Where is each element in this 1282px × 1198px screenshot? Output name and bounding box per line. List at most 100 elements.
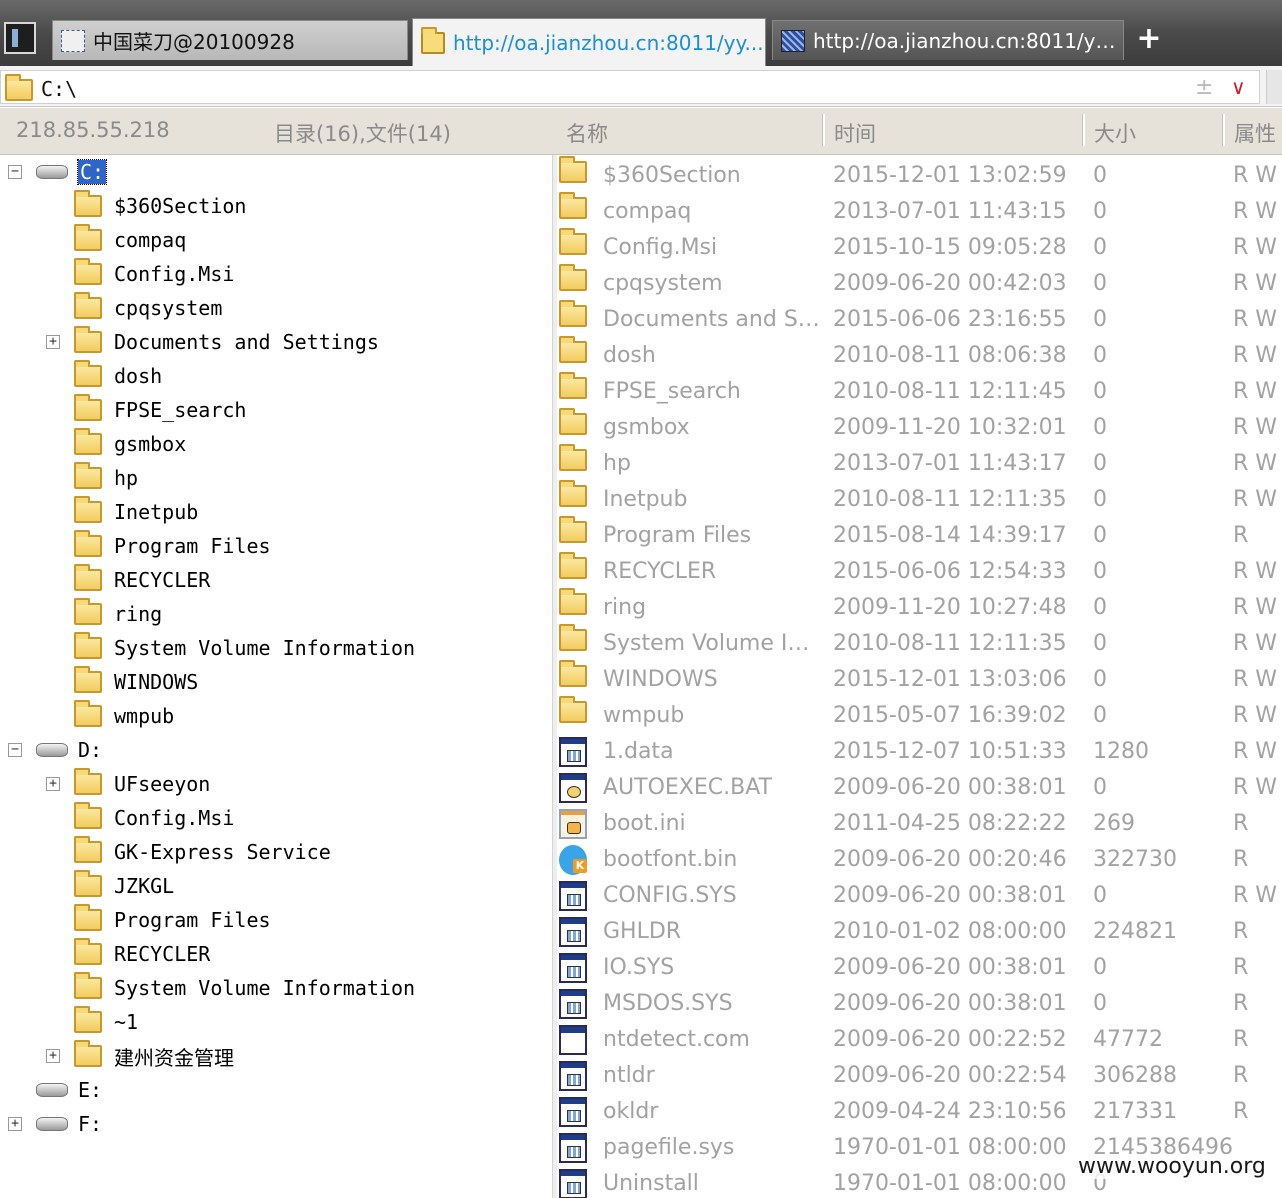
- file-name: Uninstall: [603, 1171, 699, 1196]
- folder-icon: [559, 336, 599, 369]
- tree-label: $360Section: [114, 194, 247, 218]
- tree-folder[interactable]: $360Section: [74, 189, 246, 223]
- file-row[interactable]: System Volume Infor... 2010-08-11 12:11:3…: [557, 624, 1282, 661]
- tree-folder[interactable]: 建州资金管理: [74, 1039, 234, 1073]
- column-attr-header[interactable]: 属性: [1234, 118, 1276, 148]
- path-input[interactable]: C:\ ± ∨: [0, 70, 1260, 104]
- tree-folder[interactable]: FPSE_search: [74, 393, 246, 427]
- folder-icon: [74, 700, 102, 727]
- tree-label: System Volume Information: [114, 636, 416, 660]
- tree-folder[interactable]: Program Files: [74, 903, 271, 937]
- file-row[interactable]: Config.Msi 2015-10-15 09:05:28 0 R W: [557, 228, 1282, 265]
- tree-label: Program Files: [114, 534, 271, 558]
- file-row[interactable]: ring 2009-11-20 10:27:48 0 R W: [557, 588, 1282, 625]
- tree-drive[interactable]: E:: [36, 1073, 102, 1107]
- file-row[interactable]: compaq 2013-07-01 11:43:15 0 R W: [557, 192, 1282, 229]
- file-size: 0: [1093, 487, 1107, 512]
- file-row[interactable]: okldr 2009-04-24 23:10:56 217331 R: [557, 1093, 1282, 1129]
- tree-folder[interactable]: ring: [74, 597, 162, 631]
- tree-folder[interactable]: cpqsystem: [74, 291, 222, 325]
- file-row[interactable]: $360Section 2015-12-01 13:02:59 0 R W: [557, 156, 1282, 193]
- bookmark-icon[interactable]: ±: [1195, 75, 1213, 100]
- tree-folder[interactable]: GK-Express Service: [74, 835, 331, 869]
- tab-caidao[interactable]: 中国菜刀@20100928: [52, 20, 408, 60]
- tree-label: gsmbox: [114, 432, 187, 456]
- file-row[interactable]: IO.SYS 2009-06-20 00:38:01 0 R: [557, 949, 1282, 985]
- file-row[interactable]: GHLDR 2010-01-02 08:00:00 224821 R: [557, 913, 1282, 949]
- expand-toggle[interactable]: +: [46, 335, 60, 349]
- file-name: GHLDR: [603, 919, 682, 944]
- file-attr: R W: [1233, 199, 1278, 224]
- tab-shell[interactable]: http://oa.jianzhou.cn:8011/yy...: [772, 20, 1124, 60]
- collapse-toggle[interactable]: −: [8, 165, 22, 179]
- tree-label: JZKGL: [114, 874, 175, 898]
- file-row[interactable]: Program Files 2015-08-14 14:39:17 0 R: [557, 516, 1282, 553]
- file-row[interactable]: WINDOWS 2015-12-01 13:03:06 0 R W: [557, 660, 1282, 697]
- sidebar-toggle-button[interactable]: [4, 22, 36, 54]
- tree-folder[interactable]: compaq: [74, 223, 186, 257]
- file-row[interactable]: ntdetect.com 2009-06-20 00:22:52 47772 R: [557, 1021, 1282, 1057]
- tree-folder[interactable]: Inetpub: [74, 495, 198, 529]
- file-row[interactable]: FPSE_search 2010-08-11 12:11:45 0 R W: [557, 372, 1282, 409]
- tree-folder[interactable]: dosh: [74, 359, 162, 393]
- tree-folder[interactable]: UFseeyon: [74, 767, 210, 801]
- folder-icon: [559, 444, 599, 477]
- expand-toggle[interactable]: +: [46, 777, 60, 791]
- file-row[interactable]: ntldr 2009-06-20 00:22:54 306288 R: [557, 1057, 1282, 1093]
- file-row[interactable]: Documents and Setti... 2015-06-06 23:16:5…: [557, 300, 1282, 337]
- tree-label: RECYCLER: [114, 942, 211, 966]
- tree-drive[interactable]: F:: [36, 1107, 102, 1141]
- tree-folder[interactable]: WINDOWS: [74, 665, 198, 699]
- file-row[interactable]: AUTOEXEC.BAT 2009-06-20 00:38:01 0 R W: [557, 769, 1282, 805]
- new-tab-button[interactable]: +: [1134, 24, 1164, 54]
- file-row[interactable]: boot.ini 2011-04-25 08:22:22 269 R: [557, 805, 1282, 841]
- file-row[interactable]: wmpub 2015-05-07 16:39:02 0 R W: [557, 696, 1282, 733]
- file-row[interactable]: RECYCLER 2015-06-06 12:54:33 0 R W: [557, 552, 1282, 589]
- sys-file-icon: [559, 881, 587, 917]
- tree-folder[interactable]: Config.Msi: [74, 801, 234, 835]
- expand-toggle[interactable]: +: [8, 1117, 22, 1131]
- file-row[interactable]: bootfont.bin 2009-06-20 00:20:46 322730 R: [557, 841, 1282, 877]
- collapse-toggle[interactable]: −: [8, 743, 22, 757]
- file-time: 2013-07-01 11:43:15: [833, 199, 1067, 224]
- tree-folder[interactable]: Config.Msi: [74, 257, 234, 291]
- column-size-header[interactable]: 大小: [1094, 118, 1136, 148]
- tree-folder[interactable]: Program Files: [74, 529, 271, 563]
- tree-label: Documents and Settings: [114, 330, 379, 354]
- tree-folder[interactable]: System Volume Information: [74, 971, 415, 1005]
- expand-toggle[interactable]: +: [46, 1049, 60, 1063]
- file-row[interactable]: gsmbox 2009-11-20 10:32:01 0 R W: [557, 408, 1282, 445]
- tree-folder[interactable]: RECYCLER: [74, 563, 210, 597]
- tree-label: F:: [78, 1112, 103, 1136]
- file-row[interactable]: hp 2013-07-01 11:43:17 0 R W: [557, 444, 1282, 481]
- column-time-header[interactable]: 时间: [834, 118, 876, 148]
- file-time: 2015-06-06 12:54:33: [833, 559, 1067, 584]
- file-name: Inetpub: [603, 487, 688, 512]
- chevron-down-icon[interactable]: ∨: [1231, 75, 1246, 99]
- file-name: ntdetect.com: [603, 1027, 750, 1052]
- file-attr: R W: [1233, 415, 1278, 440]
- folder-icon: [74, 904, 102, 931]
- folder-icon: [74, 938, 102, 965]
- tree-folder[interactable]: RECYCLER: [74, 937, 210, 971]
- tree-folder[interactable]: wmpub: [74, 699, 174, 733]
- side-button[interactable]: [1266, 70, 1282, 104]
- file-row[interactable]: 1.data 2015-12-07 10:51:33 1280 R W: [557, 733, 1282, 769]
- tree-label: FPSE_search: [114, 398, 247, 422]
- column-name-header[interactable]: 名称: [566, 118, 608, 148]
- tree-drive[interactable]: C:: [36, 155, 108, 189]
- tree-folder[interactable]: System Volume Information: [74, 631, 415, 665]
- tree-folder[interactable]: ~1: [74, 1005, 138, 1039]
- tree-folder[interactable]: JZKGL: [74, 869, 174, 903]
- folder-icon: [74, 462, 102, 489]
- file-row[interactable]: Inetpub 2010-08-11 12:11:35 0 R W: [557, 480, 1282, 517]
- file-row[interactable]: dosh 2010-08-11 08:06:38 0 R W: [557, 336, 1282, 373]
- tree-folder[interactable]: gsmbox: [74, 427, 186, 461]
- file-row[interactable]: cpqsystem 2009-06-20 00:42:03 0 R W: [557, 264, 1282, 301]
- file-row[interactable]: CONFIG.SYS 2009-06-20 00:38:01 0 R W: [557, 877, 1282, 913]
- tree-folder[interactable]: Documents and Settings: [74, 325, 379, 359]
- file-row[interactable]: MSDOS.SYS 2009-06-20 00:38:01 0 R: [557, 985, 1282, 1021]
- tree-folder[interactable]: hp: [74, 461, 138, 495]
- tab-file-manager[interactable]: http://oa.jianzhou.cn:8011/yy...: [412, 18, 766, 66]
- tree-drive[interactable]: D:: [36, 733, 102, 767]
